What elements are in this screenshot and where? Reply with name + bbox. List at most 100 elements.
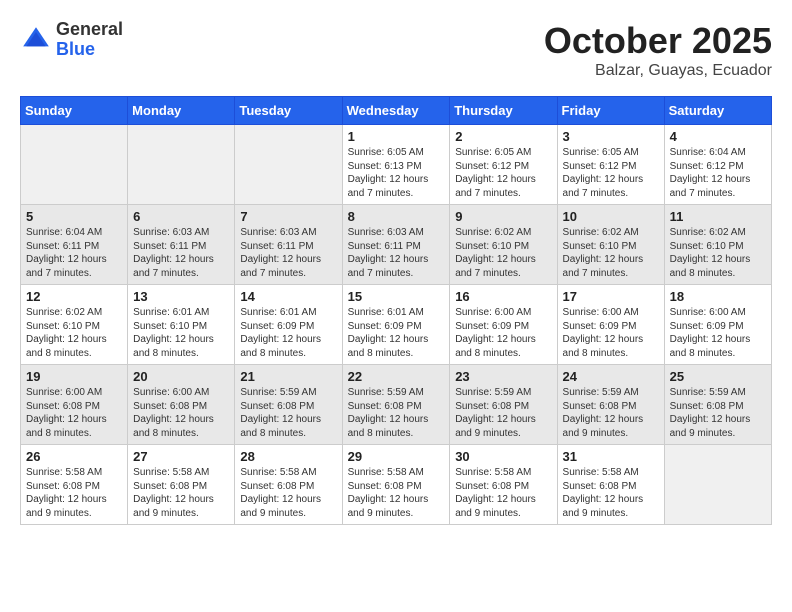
day-info: Sunrise: 6:03 AM Sunset: 6:11 PM Dayligh… — [133, 226, 229, 280]
calendar-cell: 22 Sunrise: 5:59 AM Sunset: 6:08 PM Dayli… — [342, 365, 450, 445]
day-info: Sunrise: 6:00 AM Sunset: 6:08 PM Dayligh… — [133, 386, 229, 440]
calendar-cell: 17 Sunrise: 6:00 AM Sunset: 6:09 PM Dayli… — [557, 285, 664, 365]
day-number: 7 — [240, 209, 336, 224]
week-row-1: 1 Sunrise: 6:05 AM Sunset: 6:13 PM Daylig… — [21, 125, 772, 205]
logo-blue: Blue — [56, 40, 123, 60]
col-header-sunday: Sunday — [21, 97, 128, 125]
day-info: Sunrise: 5:58 AM Sunset: 6:08 PM Dayligh… — [26, 466, 122, 520]
day-number: 15 — [348, 289, 445, 304]
calendar-cell: 18 Sunrise: 6:00 AM Sunset: 6:09 PM Dayli… — [664, 285, 771, 365]
logo-text: General Blue — [56, 20, 123, 60]
col-header-tuesday: Tuesday — [235, 97, 342, 125]
day-info: Sunrise: 5:59 AM Sunset: 6:08 PM Dayligh… — [563, 386, 659, 440]
day-number: 17 — [563, 289, 659, 304]
logo: General Blue — [20, 20, 123, 60]
calendar-cell: 29Sunrise: 5:58 AM Sunset: 6:08 PM Dayli… — [342, 445, 450, 525]
day-info: Sunrise: 6:00 AM Sunset: 6:09 PM Dayligh… — [455, 306, 551, 360]
day-number: 27 — [133, 449, 229, 464]
calendar-cell: 8 Sunrise: 6:03 AM Sunset: 6:11 PM Daylig… — [342, 205, 450, 285]
day-number: 10 — [563, 209, 659, 224]
day-number: 14 — [240, 289, 336, 304]
day-info: Sunrise: 6:02 AM Sunset: 6:10 PM Dayligh… — [563, 226, 659, 280]
calendar-cell: 14Sunrise: 6:01 AM Sunset: 6:09 PM Dayli… — [235, 285, 342, 365]
calendar: SundayMondayTuesdayWednesdayThursdayFrid… — [20, 96, 772, 525]
calendar-cell: 24 Sunrise: 5:59 AM Sunset: 6:08 PM Dayli… — [557, 365, 664, 445]
calendar-header-row: SundayMondayTuesdayWednesdayThursdayFrid… — [21, 97, 772, 125]
day-number: 6 — [133, 209, 229, 224]
day-number: 16 — [455, 289, 551, 304]
calendar-cell: 28Sunrise: 5:58 AM Sunset: 6:08 PM Dayli… — [235, 445, 342, 525]
day-info: Sunrise: 5:59 AM Sunset: 6:08 PM Dayligh… — [240, 386, 336, 440]
calendar-cell: 30Sunrise: 5:58 AM Sunset: 6:08 PM Dayli… — [450, 445, 557, 525]
day-info: Sunrise: 6:03 AM Sunset: 6:11 PM Dayligh… — [240, 226, 336, 280]
calendar-cell — [21, 125, 128, 205]
day-number: 24 — [563, 369, 659, 384]
day-number: 31 — [563, 449, 659, 464]
day-number: 18 — [670, 289, 766, 304]
day-info: Sunrise: 6:00 AM Sunset: 6:09 PM Dayligh… — [563, 306, 659, 360]
day-info: Sunrise: 6:01 AM Sunset: 6:10 PM Dayligh… — [133, 306, 229, 360]
day-info: Sunrise: 6:00 AM Sunset: 6:09 PM Dayligh… — [670, 306, 766, 360]
calendar-cell: 11Sunrise: 6:02 AM Sunset: 6:10 PM Dayli… — [664, 205, 771, 285]
calendar-cell: 4Sunrise: 6:04 AM Sunset: 6:12 PM Daylig… — [664, 125, 771, 205]
day-info: Sunrise: 5:59 AM Sunset: 6:08 PM Dayligh… — [670, 386, 766, 440]
week-row-4: 19 Sunrise: 6:00 AM Sunset: 6:08 PM Dayli… — [21, 365, 772, 445]
day-number: 22 — [348, 369, 445, 384]
calendar-cell — [664, 445, 771, 525]
day-number: 25 — [670, 369, 766, 384]
calendar-cell: 23Sunrise: 5:59 AM Sunset: 6:08 PM Dayli… — [450, 365, 557, 445]
day-info: Sunrise: 6:05 AM Sunset: 6:12 PM Dayligh… — [455, 146, 551, 200]
day-info: Sunrise: 5:59 AM Sunset: 6:08 PM Dayligh… — [348, 386, 445, 440]
day-number: 3 — [563, 129, 659, 144]
col-header-monday: Monday — [128, 97, 235, 125]
week-row-3: 12 Sunrise: 6:02 AM Sunset: 6:10 PM Dayli… — [21, 285, 772, 365]
day-info: Sunrise: 6:02 AM Sunset: 6:10 PM Dayligh… — [26, 306, 122, 360]
calendar-cell: 31 Sunrise: 5:58 AM Sunset: 6:08 PM Dayli… — [557, 445, 664, 525]
calendar-cell: 13 Sunrise: 6:01 AM Sunset: 6:10 PM Dayli… — [128, 285, 235, 365]
month-title: October 2025 — [544, 20, 772, 62]
location: Balzar, Guayas, Ecuador — [544, 62, 772, 80]
day-number: 20 — [133, 369, 229, 384]
day-number: 26 — [26, 449, 122, 464]
day-number: 8 — [348, 209, 445, 224]
day-info: Sunrise: 6:05 AM Sunset: 6:12 PM Dayligh… — [563, 146, 659, 200]
day-info: Sunrise: 6:05 AM Sunset: 6:13 PM Dayligh… — [348, 146, 445, 200]
day-info: Sunrise: 6:03 AM Sunset: 6:11 PM Dayligh… — [348, 226, 445, 280]
week-row-5: 26 Sunrise: 5:58 AM Sunset: 6:08 PM Dayli… — [21, 445, 772, 525]
calendar-cell: 10 Sunrise: 6:02 AM Sunset: 6:10 PM Dayli… — [557, 205, 664, 285]
day-number: 4 — [670, 129, 766, 144]
calendar-cell: 3 Sunrise: 6:05 AM Sunset: 6:12 PM Daylig… — [557, 125, 664, 205]
day-number: 2 — [455, 129, 551, 144]
calendar-cell: 12 Sunrise: 6:02 AM Sunset: 6:10 PM Dayli… — [21, 285, 128, 365]
calendar-cell: 21 Sunrise: 5:59 AM Sunset: 6:08 PM Dayli… — [235, 365, 342, 445]
calendar-cell: 27 Sunrise: 5:58 AM Sunset: 6:08 PM Dayli… — [128, 445, 235, 525]
day-number: 5 — [26, 209, 122, 224]
calendar-cell: 7 Sunrise: 6:03 AM Sunset: 6:11 PM Daylig… — [235, 205, 342, 285]
day-number: 11 — [670, 209, 766, 224]
day-number: 12 — [26, 289, 122, 304]
day-number: 9 — [455, 209, 551, 224]
day-number: 21 — [240, 369, 336, 384]
day-info: Sunrise: 5:59 AM Sunset: 6:08 PM Dayligh… — [455, 386, 551, 440]
calendar-cell — [235, 125, 342, 205]
calendar-cell: 26 Sunrise: 5:58 AM Sunset: 6:08 PM Dayli… — [21, 445, 128, 525]
logo-general: General — [56, 20, 123, 40]
calendar-cell: 16 Sunrise: 6:00 AM Sunset: 6:09 PM Dayli… — [450, 285, 557, 365]
day-number: 19 — [26, 369, 122, 384]
logo-icon — [20, 24, 52, 56]
day-info: Sunrise: 5:58 AM Sunset: 6:08 PM Dayligh… — [563, 466, 659, 520]
day-info: Sunrise: 6:01 AM Sunset: 6:09 PM Dayligh… — [348, 306, 445, 360]
calendar-cell: 5Sunrise: 6:04 AM Sunset: 6:11 PM Daylig… — [21, 205, 128, 285]
day-info: Sunrise: 5:58 AM Sunset: 6:08 PM Dayligh… — [133, 466, 229, 520]
day-info: Sunrise: 5:58 AM Sunset: 6:08 PM Dayligh… — [240, 466, 336, 520]
calendar-cell: 2 Sunrise: 6:05 AM Sunset: 6:12 PM Daylig… — [450, 125, 557, 205]
calendar-cell: 19Sunrise: 6:00 AM Sunset: 6:08 PM Dayli… — [21, 365, 128, 445]
calendar-cell: 6 Sunrise: 6:03 AM Sunset: 6:11 PM Daylig… — [128, 205, 235, 285]
day-number: 1 — [348, 129, 445, 144]
day-info: Sunrise: 6:02 AM Sunset: 6:10 PM Dayligh… — [455, 226, 551, 280]
calendar-cell: 1 Sunrise: 6:05 AM Sunset: 6:13 PM Daylig… — [342, 125, 450, 205]
week-row-2: 5Sunrise: 6:04 AM Sunset: 6:11 PM Daylig… — [21, 205, 772, 285]
col-header-saturday: Saturday — [664, 97, 771, 125]
calendar-cell: 20 Sunrise: 6:00 AM Sunset: 6:08 PM Dayli… — [128, 365, 235, 445]
day-number: 13 — [133, 289, 229, 304]
